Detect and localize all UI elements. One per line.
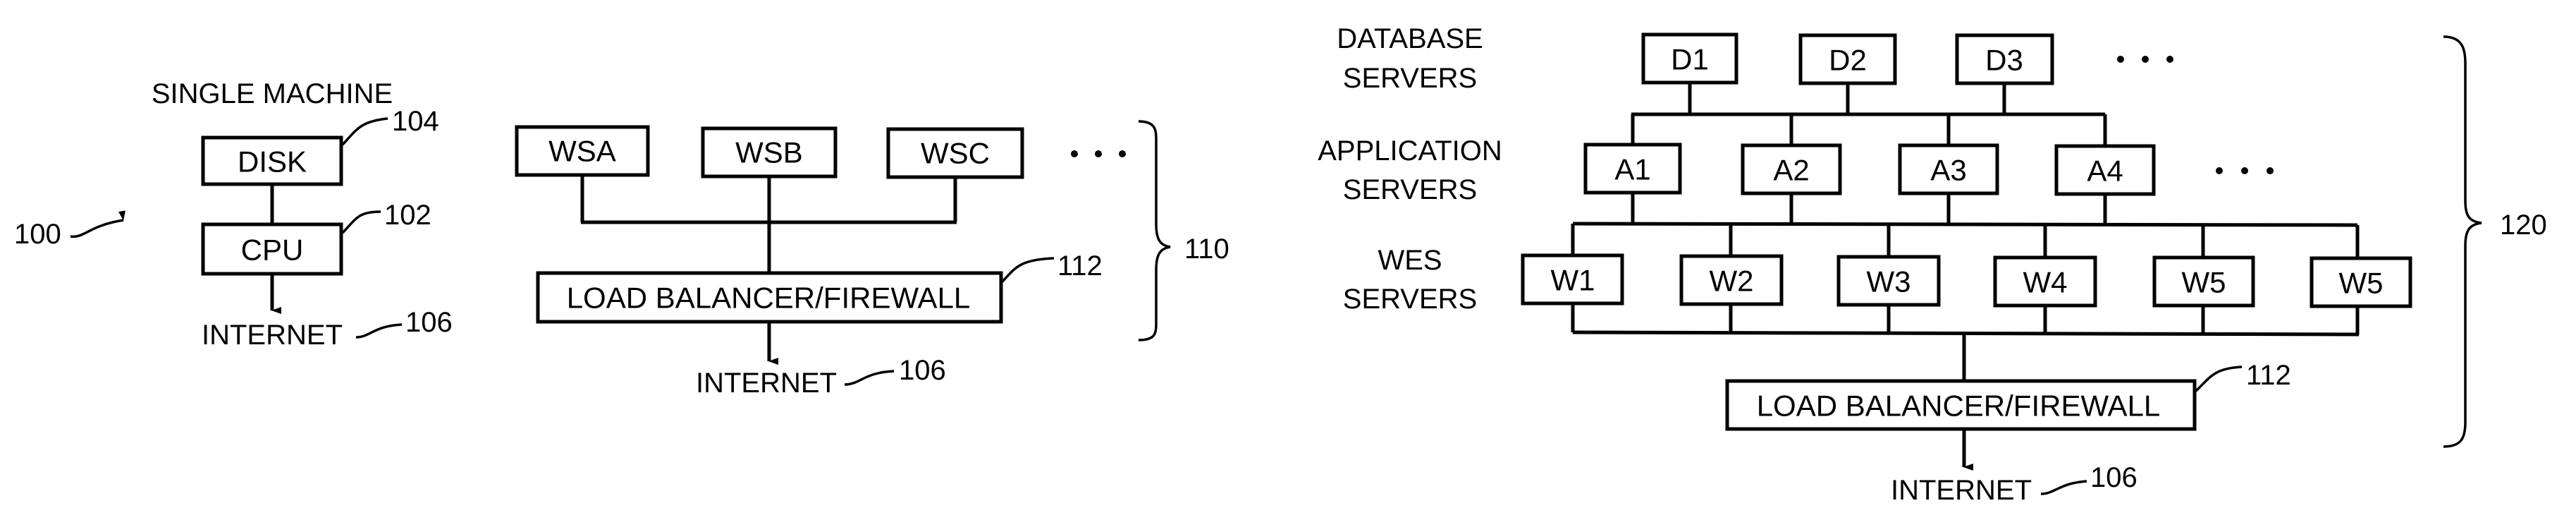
web-server-node: W2 <box>1679 254 1784 306</box>
server-node: WSC <box>886 127 1024 179</box>
ref-group-110: 110 <box>1184 234 1229 265</box>
ref-internet-tiered: 106 <box>2090 462 2138 493</box>
application-server-node: A3 <box>1898 143 1999 195</box>
tier-label-application-line1: APPLICATION <box>1318 135 1502 167</box>
disk-node: DISK <box>201 135 343 186</box>
tier-label-web-line2: SERVERS <box>1343 284 1477 315</box>
load-balancer-label: LOAD BALANCER/FIREWALL <box>1757 389 2161 423</box>
server-node: WSA <box>515 125 650 177</box>
group-brace-120 <box>2443 35 2482 448</box>
disk-label: DISK <box>238 145 307 179</box>
database-server-label: D1 <box>1671 43 1709 76</box>
server-label: WSA <box>548 135 616 168</box>
load-balancer-node: LOAD BALANCER/FIREWALL <box>536 271 1003 324</box>
web-server-node: W1 <box>1521 253 1624 306</box>
internet-label-cluster: INTERNET <box>696 368 837 399</box>
network-architecture-diagram: SINGLE MACHINE DISK CPU INTERNET 104 102… <box>14 23 2547 506</box>
web-server-node: W5 <box>2310 256 2412 308</box>
web-server-label: W3 <box>1867 265 1911 298</box>
ref-internet-single: 106 <box>405 307 453 338</box>
application-server-label: A1 <box>1614 153 1650 186</box>
application-server-node: A2 <box>1741 143 1842 195</box>
ellipsis-icon <box>2117 56 2173 63</box>
database-server-node: D1 <box>1641 32 1738 85</box>
web-server-label: W1 <box>1551 264 1595 297</box>
application-server-label: A2 <box>1773 154 1809 187</box>
server-label: WSC <box>921 137 990 170</box>
web-server-node: W5 <box>2152 255 2255 308</box>
ref-leader-internet-single <box>355 323 403 339</box>
ref-leader-internet-tiered <box>2040 480 2087 495</box>
ref-load-balancer: 112 <box>1057 250 1103 282</box>
ref-cpu: 102 <box>384 200 431 231</box>
ellipsis-icon <box>2216 167 2274 174</box>
cpu-label: CPU <box>241 234 304 267</box>
web-server-node: W4 <box>1993 255 2097 308</box>
internet-label-single: INTERNET <box>202 320 343 351</box>
database-server-label: D3 <box>1985 44 2023 77</box>
database-server-label: D2 <box>1829 44 1867 77</box>
application-server-label: A4 <box>2087 155 2123 188</box>
server-label: WSB <box>735 136 803 169</box>
application-server-node: A1 <box>1583 143 1682 195</box>
ellipsis-icon <box>1071 150 1126 157</box>
web-server-node: W3 <box>1836 255 1941 307</box>
tier-label-application-line2: SERVERS <box>1343 174 1477 205</box>
web-server-label: W5 <box>2182 266 2226 299</box>
application-server-node: A4 <box>2054 144 2156 196</box>
single-machine-title: SINGLE MACHINE <box>152 78 393 109</box>
ref-system: 100 <box>14 219 61 250</box>
ref-leader-lb <box>1000 257 1055 284</box>
web-server-label: W4 <box>2023 266 2068 299</box>
ref-leader-disk <box>341 117 388 146</box>
web-cluster-diagram: WSA WSB WSC LOAD BALANCER/FIREWALL INTER… <box>515 120 1229 399</box>
load-balancer-node: LOAD BALANCER/FIREWALL <box>1725 379 2197 431</box>
tiered-architecture-diagram: DATABASE SERVERS APPLICATION SERVERS WES… <box>1318 23 2547 506</box>
application-server-label: A3 <box>1930 154 1966 187</box>
single-machine-diagram: SINGLE MACHINE DISK CPU INTERNET 104 102… <box>14 78 453 351</box>
internet-label-tiered: INTERNET <box>1891 475 2032 506</box>
web-server-label: W5 <box>2339 267 2384 300</box>
ref-disk: 104 <box>392 106 439 137</box>
load-balancer-label: LOAD BALANCER/FIREWALL <box>567 282 971 315</box>
ref-leader-lb-tiered <box>2194 365 2243 393</box>
database-server-node: D2 <box>1798 33 1897 85</box>
tier-label-database-line1: DATABASE <box>1337 23 1483 54</box>
ref-leader-cpu <box>341 210 381 234</box>
application-bus <box>1572 222 2358 227</box>
tier-label-web-line1: WES <box>1378 245 1442 276</box>
tier-label-database-line2: SERVERS <box>1343 63 1477 94</box>
ref-system-arrow <box>70 210 125 238</box>
ref-leader-internet-cluster <box>844 370 895 386</box>
ref-load-balancer-tiered: 112 <box>2246 360 2291 391</box>
web-server-label: W2 <box>1710 265 1754 298</box>
group-brace-110 <box>1138 120 1171 341</box>
ref-group-120: 120 <box>2500 210 2547 241</box>
cpu-node: CPU <box>201 222 343 276</box>
database-server-node: D3 <box>1955 33 2054 85</box>
server-node: WSB <box>701 126 838 179</box>
ref-internet-cluster: 106 <box>899 355 946 386</box>
